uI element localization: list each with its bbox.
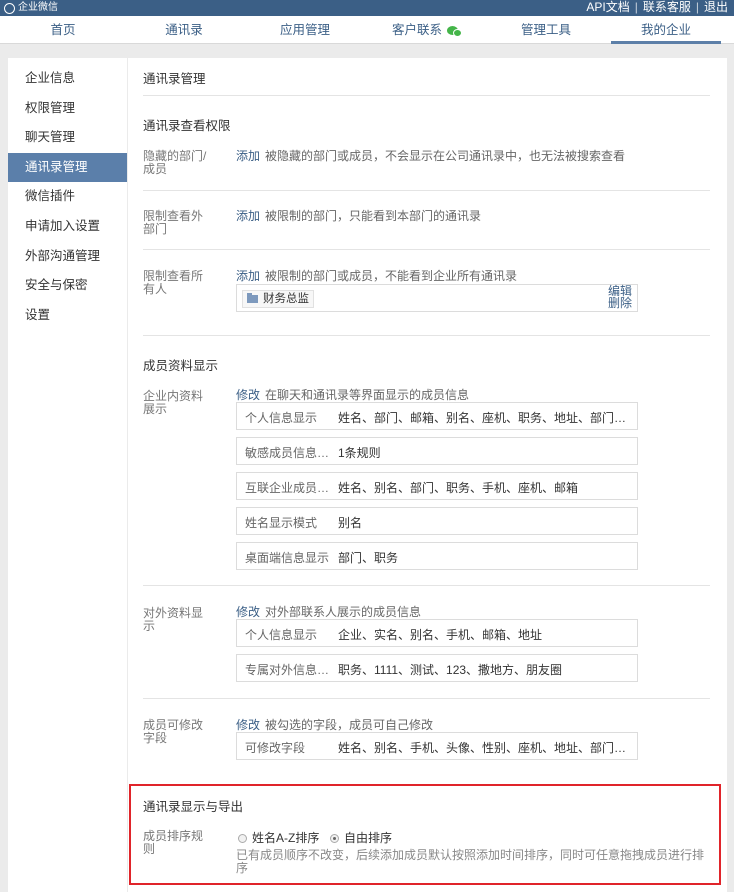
nav-customer-contact[interactable]: 客户联系	[370, 16, 480, 44]
wechat-icon	[447, 26, 462, 37]
nav-home[interactable]: 首页	[8, 16, 118, 44]
limit-all-label: 限制查看所有人	[143, 269, 204, 296]
limit-all-box: 财务总监 编辑 删除	[236, 284, 638, 312]
top-bar: 企业微信 API文档 | 联系客服 | 退出	[0, 0, 734, 16]
add-limit-all-button[interactable]: 添加	[236, 269, 260, 283]
main-panel: 通讯录管理 通讯录查看权限 隐藏的部门/成员 添加 被隐藏的部门或成员，不会显示在…	[128, 58, 727, 892]
sidebar: 企业信息 权限管理 聊天管理 通讯录管理 微信插件 申请加入设置 外部沟通管理 …	[8, 58, 127, 892]
separator: |	[695, 0, 699, 14]
internal-display-label: 企业内资料展示	[143, 389, 204, 416]
internal-desc: 在聊天和通讯录等界面显示的成员信息	[265, 388, 470, 402]
info-field-row: 互联企业成员… 姓名、别名、部门、职务、手机、座机、邮箱	[236, 472, 638, 500]
nav-label: 通讯录	[165, 23, 203, 37]
external-display-row: 修改 对外部联系人展示的成员信息	[236, 603, 421, 620]
limit-external-desc: 被限制的部门，只能看到本部门的通讯录	[265, 209, 482, 223]
info-field-row: 桌面端信息显示 部门、职务	[236, 542, 638, 570]
field-key: 个人信息显示	[245, 411, 318, 425]
external-desc: 对外部联系人展示的成员信息	[265, 605, 422, 619]
sidebar-item-settings[interactable]: 设置	[8, 301, 127, 331]
internal-display-row: 修改 在聊天和通讯录等界面显示的成员信息	[236, 386, 469, 403]
hidden-members-label: 隐藏的部门/成员	[143, 149, 207, 176]
top-links: API文档 | 联系客服 | 退出	[586, 0, 728, 14]
edit-external-button[interactable]: 修改	[236, 605, 260, 619]
sidebar-item-contacts[interactable]: 通讯录管理	[8, 152, 127, 183]
nav-app-management[interactable]: 应用管理	[250, 16, 360, 44]
sidebar-item-security[interactable]: 安全与保密	[8, 271, 127, 301]
info-field-row: 敏感成员信息… 1条规则	[236, 437, 638, 465]
field-key: 姓名显示模式	[245, 516, 318, 530]
editable-fields-row: 修改 被勾选的字段，成员可自己修改	[236, 716, 433, 733]
nav-contacts[interactable]: 通讯录	[129, 16, 239, 44]
page-title: 通讯录管理	[143, 72, 206, 86]
tag-label: 财务总监	[263, 293, 309, 305]
nav-management-tools[interactable]: 管理工具	[491, 16, 601, 44]
sidebar-item-chat[interactable]: 聊天管理	[8, 123, 127, 153]
field-key: 可修改字段	[245, 741, 306, 755]
sidebar-item-wechat-plugin[interactable]: 微信插件	[8, 182, 127, 212]
department-tag: 财务总监	[242, 290, 314, 308]
field-value: 别名	[338, 516, 363, 530]
nav-my-company[interactable]: 我的企业	[611, 16, 721, 44]
separator: |	[634, 0, 638, 14]
edit-editable-button[interactable]: 修改	[236, 718, 260, 732]
edit-internal-button[interactable]: 修改	[236, 388, 260, 402]
field-value: 1条规则	[338, 446, 381, 460]
hidden-members-row: 添加 被隐藏的部门或成员，不会显示在公司通讯录中，也无法被搜索查看	[236, 147, 625, 164]
box-actions: 编辑 删除	[608, 285, 632, 309]
highlight-box	[129, 784, 721, 885]
limit-all-desc: 被限制的部门或成员，不能看到企业所有通讯录	[265, 269, 518, 283]
field-value: 企业、实名、别名、手机、邮箱、地址	[338, 628, 543, 642]
folder-icon	[247, 293, 258, 303]
field-key: 专属对外信息…	[245, 663, 330, 677]
add-limit-external-button[interactable]: 添加	[236, 209, 260, 223]
divider	[143, 249, 710, 250]
field-key: 桌面端信息显示	[245, 551, 330, 565]
limit-all-row: 添加 被限制的部门或成员，不能看到企业所有通讯录	[236, 267, 517, 284]
info-field-row: 个人信息显示 姓名、部门、邮箱、别名、座机、职务、地址、部门…	[236, 402, 638, 430]
api-docs-link[interactable]: API文档	[586, 0, 629, 14]
contact-support-link[interactable]: 联系客服	[643, 0, 691, 14]
field-value: 姓名、别名、手机、头像、性别、座机、地址、部门…	[338, 741, 627, 755]
info-field-row: 个人信息显示 企业、实名、别名、手机、邮箱、地址	[236, 619, 638, 647]
brand-name: 企业微信	[18, 2, 58, 13]
sidebar-item-join-settings[interactable]: 申请加入设置	[8, 212, 127, 242]
external-display-label: 对外资料显示	[143, 606, 204, 633]
wecom-logo-icon	[4, 2, 15, 14]
divider	[143, 190, 710, 191]
field-key: 敏感成员信息…	[245, 446, 330, 460]
nav-label: 首页	[50, 23, 76, 37]
nav-label: 应用管理	[279, 23, 330, 37]
editable-fields-label: 成员可修改字段	[143, 718, 204, 745]
hidden-desc: 被隐藏的部门或成员，不会显示在公司通讯录中，也无法被搜索查看	[265, 149, 626, 163]
main-nav: 首页 通讯录 应用管理 客户联系 管理工具 我的企业	[0, 16, 734, 44]
section-title-member-display: 成员资料显示	[143, 359, 219, 373]
field-key: 个人信息显示	[245, 628, 318, 642]
info-field-row: 专属对外信息… 职务、1111、测试、123、撒地方、朋友圈	[236, 654, 638, 682]
divider	[143, 335, 710, 336]
delete-button[interactable]: 删除	[608, 297, 632, 309]
nav-label: 客户联系	[391, 23, 442, 37]
field-value: 姓名、部门、邮箱、别名、座机、职务、地址、部门…	[338, 411, 627, 425]
divider	[143, 698, 710, 699]
field-key: 互联企业成员…	[245, 481, 330, 495]
field-value: 职务、1111、测试、123、撒地方、朋友圈	[338, 663, 563, 677]
field-value: 姓名、别名、部门、职务、手机、座机、邮箱	[338, 481, 579, 495]
add-hidden-button[interactable]: 添加	[236, 149, 260, 163]
divider	[143, 585, 710, 586]
info-field-row: 姓名显示模式 别名	[236, 507, 638, 535]
nav-label: 管理工具	[520, 23, 571, 37]
editable-desc: 被勾选的字段，成员可自己修改	[265, 718, 434, 732]
brand: 企业微信	[4, 1, 58, 15]
limit-external-row: 添加 被限制的部门，只能看到本部门的通讯录	[236, 207, 481, 224]
section-title-permissions: 通讯录查看权限	[143, 119, 231, 133]
divider	[143, 95, 710, 96]
field-value: 部门、职务	[338, 551, 399, 565]
info-field-row: 可修改字段 姓名、别名、手机、头像、性别、座机、地址、部门…	[236, 732, 638, 760]
sidebar-item-external-communication[interactable]: 外部沟通管理	[8, 242, 127, 272]
limit-external-label: 限制查看外部门	[143, 209, 204, 236]
logout-link[interactable]: 退出	[704, 0, 728, 14]
sidebar-item-company-info[interactable]: 企业信息	[8, 64, 127, 94]
sidebar-item-permissions[interactable]: 权限管理	[8, 94, 127, 124]
nav-label: 我的企业	[640, 23, 691, 37]
